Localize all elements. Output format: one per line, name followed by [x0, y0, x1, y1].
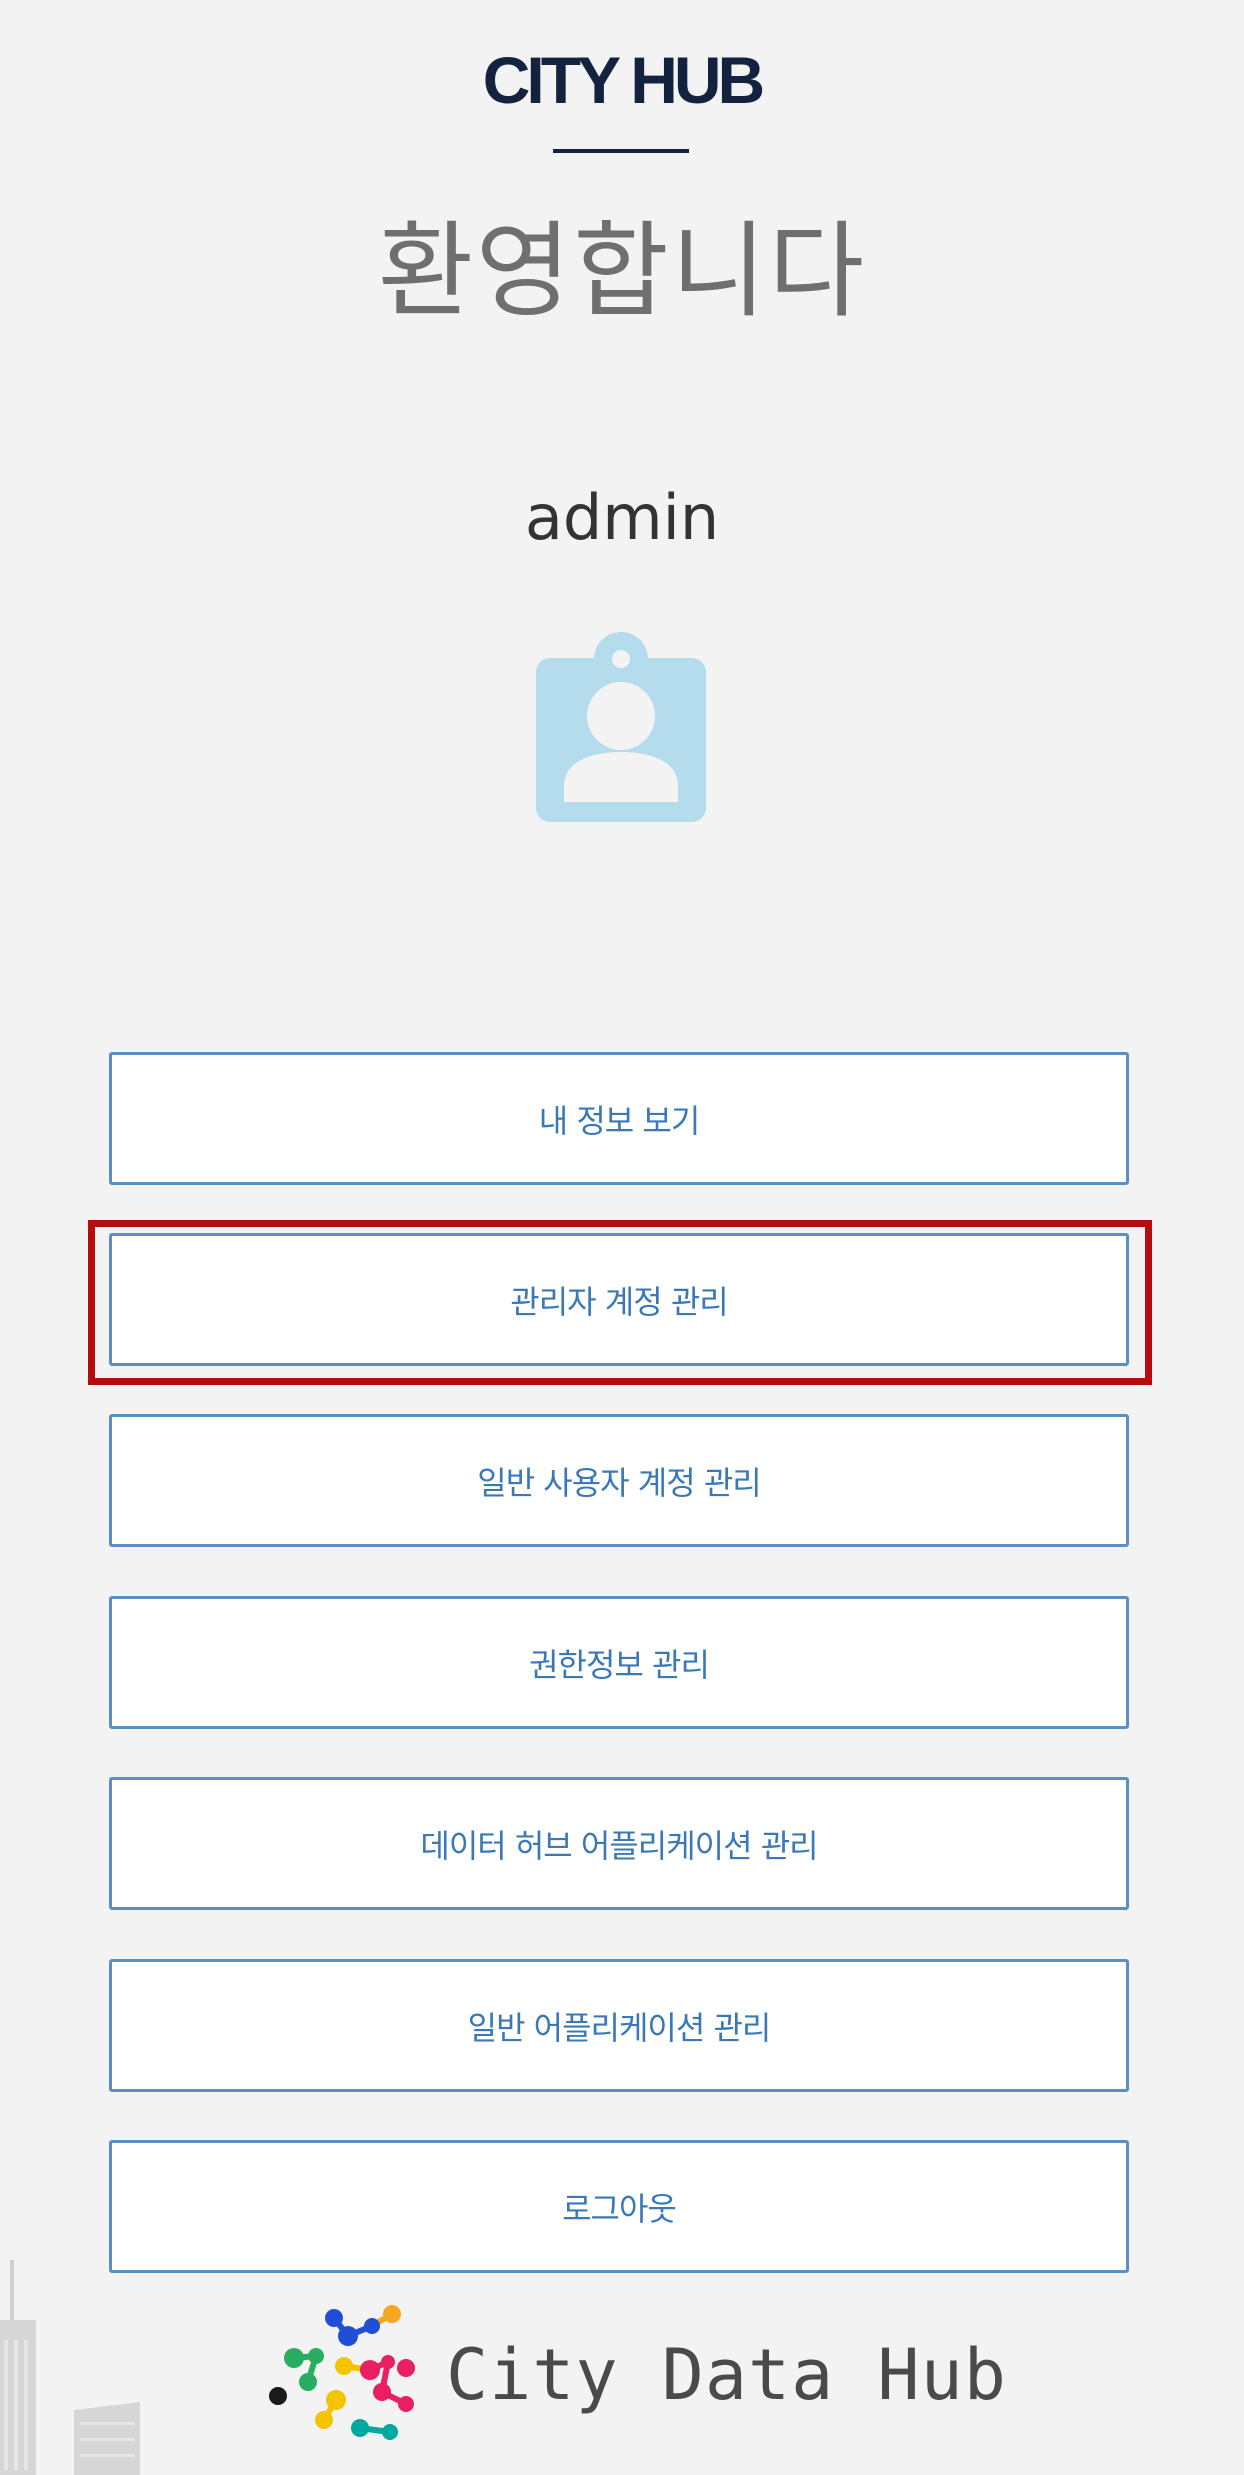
user-account-manage-button-label: 일반 사용자 계정 관리 — [477, 1463, 761, 1502]
admin-account-manage-button[interactable]: 관리자 계정 관리 — [109, 1233, 1129, 1366]
app-title: CITY HUB — [482, 43, 765, 117]
general-app-manage-button[interactable]: 일반 어플리케이션 관리 — [109, 1959, 1129, 2092]
permission-manage-button[interactable]: 권한정보 관리 — [109, 1596, 1129, 1729]
city-data-hub-logo — [269, 2305, 415, 2440]
title-divider — [553, 149, 689, 153]
logout-button-label: 로그아웃 — [562, 2189, 677, 2228]
admin-account-manage-button-label: 관리자 계정 관리 — [510, 1282, 728, 1321]
profile-badge-icon — [536, 632, 706, 822]
logout-button[interactable]: 로그아웃 — [109, 2140, 1129, 2273]
user-account-manage-button[interactable]: 일반 사용자 계정 관리 — [109, 1414, 1129, 1547]
datahub-app-manage-button-label: 데이터 허브 어플리케이션 관리 — [420, 1826, 818, 1865]
username: admin — [524, 481, 720, 554]
my-info-button-label: 내 정보 보기 — [538, 1101, 701, 1140]
general-app-manage-button-label: 일반 어플리케이션 관리 — [467, 2008, 772, 2047]
city-skyline-decoration — [0, 2260, 140, 2475]
datahub-app-manage-button[interactable]: 데이터 허브 어플리케이션 관리 — [109, 1777, 1129, 1910]
welcome-heading: 환영합니다 — [377, 210, 867, 332]
my-info-button[interactable]: 내 정보 보기 — [109, 1052, 1129, 1185]
permission-manage-button-label: 권한정보 관리 — [529, 1645, 710, 1684]
footer-brand-name: City Data Hub — [446, 2334, 1007, 2416]
